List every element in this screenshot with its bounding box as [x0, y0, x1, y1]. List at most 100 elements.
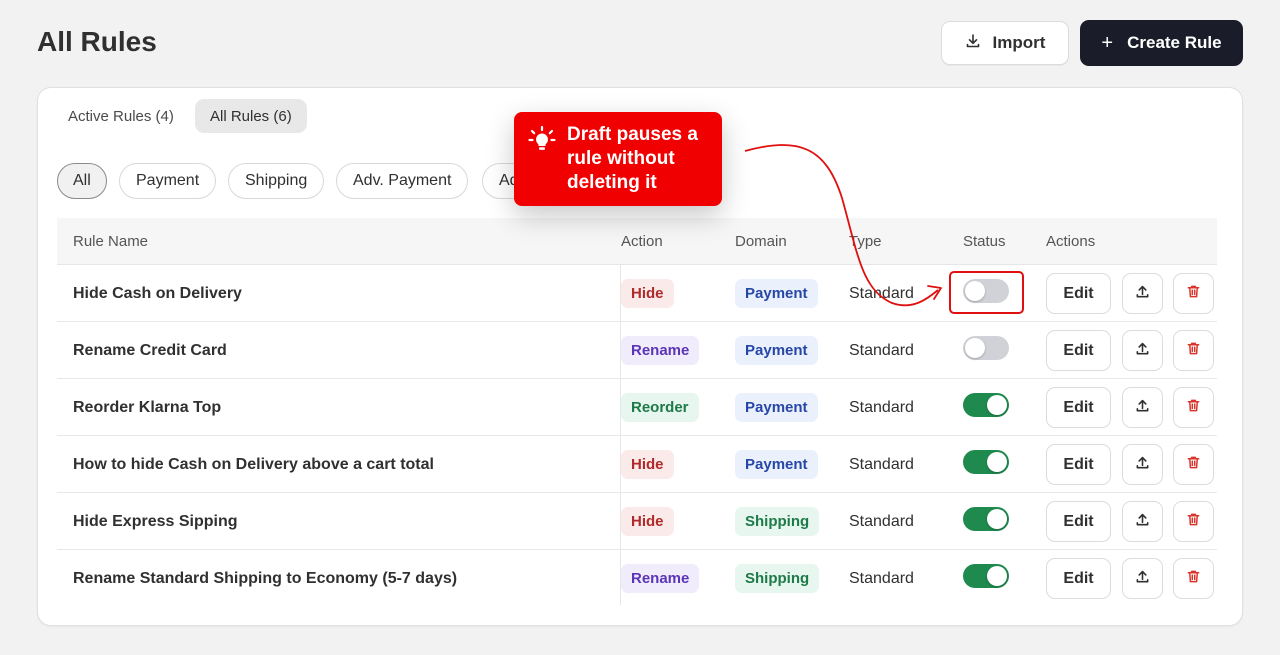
export-button[interactable]: [1122, 444, 1163, 485]
export-button[interactable]: [1122, 387, 1163, 428]
status-cell: [963, 433, 1009, 490]
delete-button[interactable]: [1173, 273, 1214, 314]
export-cell: [1122, 493, 1163, 550]
edit-button[interactable]: Edit: [1046, 444, 1111, 485]
rule-name[interactable]: Hide Express Sipping: [73, 493, 237, 550]
export-button[interactable]: [1122, 558, 1163, 599]
rules-table: Rule Name Action Domain Type Status Acti…: [57, 218, 1217, 607]
table-row: Hide Cash on Delivery Hide Payment Stand…: [57, 265, 1217, 322]
action-badge: Rename: [621, 564, 700, 593]
delete-button[interactable]: [1173, 330, 1214, 371]
export-button[interactable]: [1122, 501, 1163, 542]
domain-cell: Payment: [735, 379, 818, 436]
rule-name[interactable]: Reorder Klarna Top: [73, 379, 221, 436]
action-cell: Hide: [621, 493, 674, 550]
export-cell: [1122, 379, 1163, 436]
create-rule-label: Create Rule: [1127, 33, 1222, 52]
filter-payment[interactable]: Payment: [119, 163, 217, 199]
trash-icon: [1186, 569, 1201, 589]
delete-cell: [1173, 550, 1214, 607]
actions-cell: Edit: [1046, 379, 1111, 436]
delete-cell: [1173, 493, 1214, 550]
rule-name[interactable]: How to hide Cash on Delivery above a car…: [73, 436, 434, 493]
status-toggle[interactable]: [963, 563, 1009, 588]
edit-button[interactable]: Edit: [1046, 558, 1111, 599]
page-title: All Rules: [37, 26, 157, 57]
edit-button[interactable]: Edit: [1046, 330, 1111, 371]
upload-icon: [1135, 284, 1150, 304]
domain-cell: Shipping: [735, 550, 820, 607]
col-status: Status: [963, 233, 1006, 250]
status-toggle[interactable]: [963, 335, 1009, 360]
tab-all-rules[interactable]: All Rules (6): [195, 99, 307, 133]
upload-icon: [1135, 341, 1150, 361]
export-cell: [1122, 322, 1163, 379]
toggle-knob: [987, 451, 1007, 472]
domain-badge: Payment: [735, 336, 818, 365]
edit-button[interactable]: Edit: [1046, 501, 1111, 542]
delete-cell: [1173, 322, 1214, 379]
delete-button[interactable]: [1173, 387, 1214, 428]
trash-icon: [1186, 284, 1201, 304]
domain-badge: Payment: [735, 279, 818, 308]
table-header: Rule Name Action Domain Type Status Acti…: [57, 218, 1217, 265]
table-row: Rename Standard Shipping to Economy (5-7…: [57, 550, 1217, 607]
action-cell: Hide: [621, 436, 674, 493]
col-action: Action: [621, 233, 663, 250]
rule-name[interactable]: Hide Cash on Delivery: [73, 265, 242, 322]
domain-badge: Payment: [735, 450, 818, 479]
domain-cell: Payment: [735, 265, 818, 322]
actions-cell: Edit: [1046, 265, 1111, 322]
filter-shipping[interactable]: Shipping: [228, 163, 325, 199]
actions-cell: Edit: [1046, 550, 1111, 607]
action-cell: Rename: [621, 550, 700, 607]
action-badge: Rename: [621, 336, 700, 365]
import-label: Import: [992, 33, 1046, 52]
export-cell: [1122, 550, 1163, 607]
filter-adv-payment[interactable]: Adv. Payment: [336, 163, 469, 199]
type-text: Standard: [849, 284, 914, 302]
toggle-knob: [987, 565, 1007, 586]
action-badge: Hide: [621, 507, 674, 536]
action-cell: Reorder: [621, 379, 699, 436]
upload-icon: [1135, 398, 1150, 418]
create-rule-button[interactable]: + Create Rule: [1080, 20, 1243, 66]
actions-cell: Edit: [1046, 436, 1111, 493]
draft-tip-callout: Draft pauses a rule without deleting it: [514, 112, 722, 206]
status-toggle[interactable]: [963, 449, 1009, 474]
edit-button[interactable]: Edit: [1046, 387, 1111, 428]
trash-icon: [1186, 398, 1201, 418]
table-row: Reorder Klarna Top Reorder Payment Stand…: [57, 379, 1217, 436]
delete-button[interactable]: [1173, 558, 1214, 599]
col-type: Type: [849, 233, 882, 250]
table-row: Rename Credit Card Rename Payment Standa…: [57, 322, 1217, 379]
status-cell: [963, 547, 1009, 604]
type-text: Standard: [849, 455, 914, 473]
export-button[interactable]: [1122, 273, 1163, 314]
filter-all[interactable]: All: [57, 163, 107, 199]
status-toggle[interactable]: [963, 392, 1009, 417]
status-cell: [963, 490, 1009, 547]
export-button[interactable]: [1122, 330, 1163, 371]
type-text: Standard: [849, 398, 914, 416]
delete-button[interactable]: [1173, 444, 1214, 485]
callout-text: Draft pauses a rule without deleting it: [567, 124, 698, 193]
import-button[interactable]: Import: [941, 21, 1069, 65]
action-cell: Rename: [621, 322, 700, 379]
rule-name[interactable]: Rename Credit Card: [73, 322, 227, 379]
status-cell: [963, 319, 1009, 376]
delete-button[interactable]: [1173, 501, 1214, 542]
status-toggle[interactable]: [963, 506, 1009, 531]
toggle-knob: [987, 508, 1007, 529]
status-highlight-box: [949, 271, 1024, 314]
edit-button[interactable]: Edit: [1046, 273, 1111, 314]
tab-active-rules[interactable]: Active Rules (4): [53, 99, 189, 133]
rule-name[interactable]: Rename Standard Shipping to Economy (5-7…: [73, 550, 457, 607]
domain-cell: Payment: [735, 322, 818, 379]
plus-icon: +: [1101, 32, 1114, 54]
domain-badge: Payment: [735, 393, 818, 422]
action-badge: Reorder: [621, 393, 699, 422]
actions-cell: Edit: [1046, 493, 1111, 550]
col-domain: Domain: [735, 233, 787, 250]
table-body: Hide Cash on Delivery Hide Payment Stand…: [57, 265, 1217, 607]
